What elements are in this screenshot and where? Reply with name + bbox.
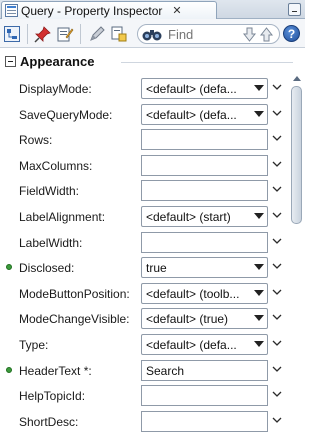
chevron-down-icon[interactable]	[272, 312, 282, 322]
property-inspector-icon	[5, 4, 18, 17]
chevron-down-icon[interactable]	[272, 159, 282, 169]
search-box[interactable]	[137, 24, 280, 44]
dropdown-selected-value: <default> (defa...	[146, 338, 237, 352]
chevron-down-icon[interactable]	[272, 236, 282, 246]
property-label: FieldWidth:	[19, 184, 80, 198]
chevron-down-icon[interactable]	[272, 108, 282, 118]
dropdown-selected-value: <default> (defa...	[146, 82, 237, 96]
property-value-field[interactable]	[141, 129, 268, 150]
dropdown-arrow-icon[interactable]	[254, 111, 264, 117]
property-label: HeaderText *:	[19, 364, 92, 378]
dropdown-arrow-icon[interactable]	[254, 85, 264, 91]
property-row: ShortDesc:	[0, 409, 286, 435]
pin-icon[interactable]	[34, 25, 52, 43]
property-row: ModeButtonPosition: <default> (toolb...	[0, 281, 286, 307]
dropdown-selected-value: <default> (toolb...	[146, 287, 240, 301]
property-label: HelpTopicId:	[19, 389, 86, 403]
search-input[interactable]	[166, 26, 236, 42]
dropdown-arrow-icon[interactable]	[254, 213, 264, 219]
dropdown-arrow-icon[interactable]	[254, 264, 264, 270]
property-row: LabelWidth:	[0, 230, 286, 256]
property-value-dropdown[interactable]: <default> (true)	[141, 308, 268, 329]
property-value-dropdown[interactable]: <default> (defa...	[141, 104, 268, 125]
chevron-down-icon[interactable]	[272, 133, 282, 143]
minimize-button[interactable]	[288, 3, 301, 16]
section-title: Appearance	[20, 54, 95, 69]
property-value-field[interactable]	[141, 411, 268, 432]
property-row: Rows:	[0, 127, 286, 153]
close-icon[interactable]: ✕	[172, 4, 181, 17]
property-value-field[interactable]	[141, 180, 268, 201]
property-label: DisplayMode:	[19, 82, 92, 96]
property-value-field[interactable]	[141, 232, 268, 253]
property-value-dropdown[interactable]: <default> (start)	[141, 206, 268, 227]
dropdown-selected-value: true	[146, 261, 167, 275]
title-tab-bar: Query - Property Inspector ✕	[0, 0, 305, 19]
binoculars-icon	[142, 30, 162, 41]
chevron-down-icon[interactable]	[272, 82, 282, 92]
property-inspector-tab[interactable]: Query - Property Inspector ✕	[1, 1, 217, 19]
collapse-icon[interactable]	[5, 56, 16, 67]
property-label: Disclosed:	[19, 261, 75, 275]
dropdown-arrow-icon[interactable]	[254, 315, 264, 321]
property-row: MaxColumns:	[0, 153, 286, 179]
dropdown-selected-value: <default> (true)	[146, 312, 229, 326]
goto-source-icon[interactable]	[3, 25, 21, 43]
dropdown-arrow-icon[interactable]	[254, 341, 264, 347]
property-value-dropdown[interactable]: <default> (defa...	[141, 78, 268, 99]
property-row: FieldWidth:	[0, 178, 286, 204]
property-row: HeaderText *:	[0, 358, 286, 384]
property-label: Rows:	[19, 133, 53, 147]
chevron-down-icon[interactable]	[272, 389, 282, 399]
value-set-indicator-icon	[6, 264, 12, 270]
window-title: Query - Property Inspector	[21, 3, 163, 18]
property-label: LabelWidth:	[19, 236, 83, 250]
property-row: Disclosed: true	[0, 255, 286, 281]
scroll-up-arrow-icon[interactable]	[293, 76, 301, 81]
dropdown-arrow-icon[interactable]	[254, 290, 264, 296]
dropdown-selected-value: <default> (start)	[146, 210, 231, 224]
property-row: Type: <default> (defa...	[0, 332, 286, 358]
chevron-down-icon[interactable]	[272, 338, 282, 348]
property-label: ShortDesc:	[19, 415, 79, 429]
pencil-icon[interactable]	[88, 25, 106, 43]
find-next-icon[interactable]	[242, 27, 257, 42]
value-set-indicator-icon	[6, 367, 12, 373]
edit-properties-icon[interactable]	[56, 25, 74, 43]
property-row: SaveQueryMode: <default> (defa...	[0, 102, 286, 128]
property-label: ModeButtonPosition:	[19, 287, 130, 301]
chevron-down-icon[interactable]	[272, 210, 282, 220]
property-label: SaveQueryMode:	[19, 108, 113, 122]
chevron-down-icon[interactable]	[272, 415, 282, 425]
property-label: LabelAlignment:	[19, 210, 106, 224]
property-row: ModeChangeVisible: <default> (true)	[0, 306, 286, 332]
property-value-field[interactable]	[141, 385, 268, 406]
property-value-dropdown[interactable]: <default> (toolb...	[141, 283, 268, 304]
scrollbar[interactable]	[290, 76, 303, 439]
property-row: LabelAlignment: <default> (start)	[0, 204, 286, 230]
chevron-down-icon[interactable]	[272, 364, 282, 374]
property-row: HelpTopicId:	[0, 383, 286, 409]
property-value-dropdown[interactable]: <default> (defa...	[141, 334, 268, 355]
appearance-section-header[interactable]: Appearance	[0, 50, 305, 74]
property-label: MaxColumns:	[19, 159, 93, 173]
chevron-down-icon[interactable]	[272, 287, 282, 297]
dropdown-selected-value: <default> (defa...	[146, 108, 237, 122]
chevron-down-icon[interactable]	[272, 184, 282, 194]
toolbar-separator	[27, 24, 28, 44]
help-icon[interactable]: ?	[283, 25, 300, 42]
property-label: Type:	[19, 338, 49, 352]
toolbar-separator	[80, 24, 81, 44]
chevron-down-icon[interactable]	[272, 261, 282, 271]
find-previous-icon[interactable]	[259, 27, 274, 42]
property-value-dropdown[interactable]: true	[141, 257, 268, 278]
property-row: DisplayMode: <default> (defa...	[0, 76, 286, 102]
property-value-field[interactable]	[141, 155, 268, 176]
bind-data-icon[interactable]	[110, 25, 128, 43]
toolbar: ?	[0, 19, 305, 48]
property-value-field[interactable]	[141, 360, 268, 381]
property-label: ModeChangeVisible:	[19, 312, 130, 326]
scrollbar-thumb[interactable]	[291, 86, 302, 224]
section-divider	[121, 62, 293, 63]
